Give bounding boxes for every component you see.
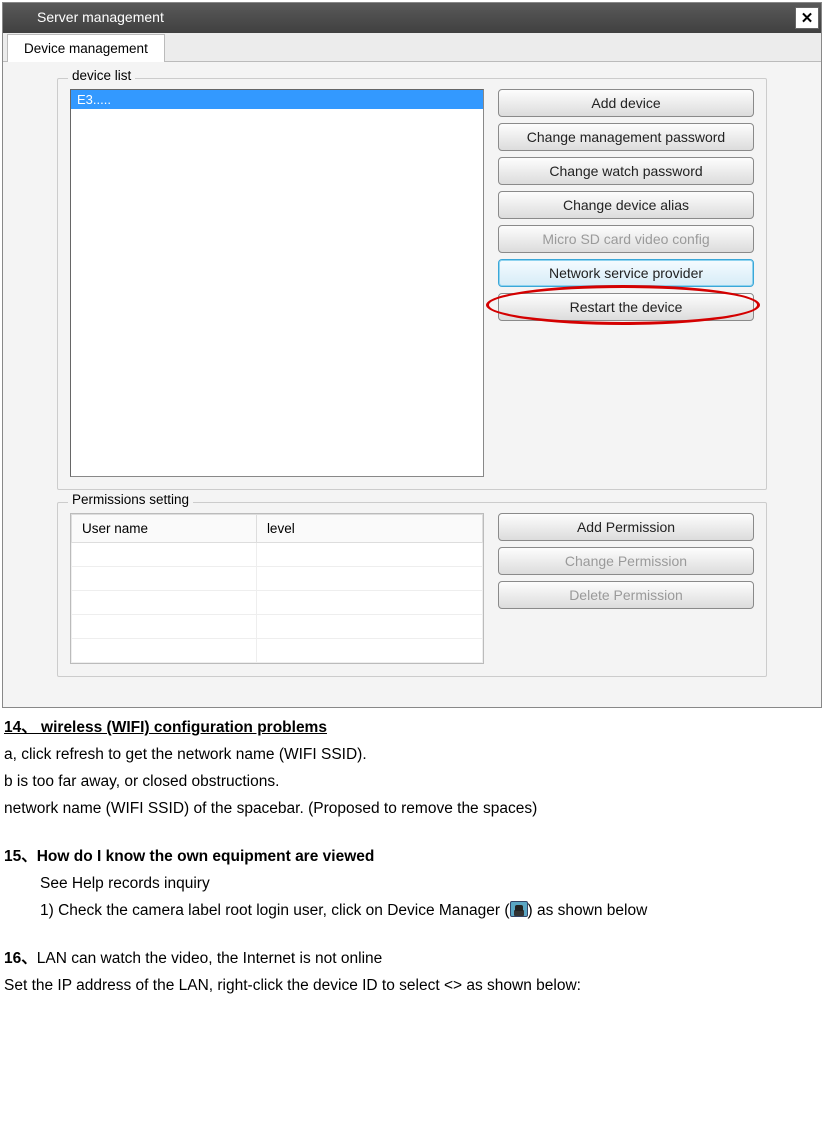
add-permission-button[interactable]: Add Permission — [498, 513, 754, 541]
server-management-window: Server management ✕ Device management de… — [2, 2, 822, 708]
col-level: level — [256, 515, 482, 543]
table-row — [72, 639, 483, 663]
network-service-provider-button[interactable]: Network service provider — [498, 259, 754, 287]
paragraph: See Help records inquiry — [4, 872, 820, 896]
document-text: 14、 wireless (WIFI) configuration proble… — [0, 716, 824, 1021]
add-device-button[interactable]: Add device — [498, 89, 754, 117]
paragraph: Set the IP address of the LAN, right-cli… — [4, 974, 820, 998]
change-permission-button: Change Permission — [498, 547, 754, 575]
device-button-column: Add device Change management password Ch… — [498, 89, 754, 477]
permission-button-column: Add Permission Change Permission Delete … — [498, 513, 754, 664]
change-watch-password-button[interactable]: Change watch password — [498, 157, 754, 185]
table-row — [72, 543, 483, 567]
restart-device-button[interactable]: Restart the device — [498, 293, 754, 321]
heading-15: 15、How do I know the own equipment are v… — [4, 845, 820, 869]
table-row — [72, 591, 483, 615]
delete-permission-button: Delete Permission — [498, 581, 754, 609]
permissions-group: Permissions setting User name level — [57, 502, 767, 677]
change-management-password-button[interactable]: Change management password — [498, 123, 754, 151]
tab-row: Device management — [3, 33, 821, 62]
device-list-label: device list — [68, 68, 135, 83]
table-row — [72, 567, 483, 591]
col-user-name: User name — [72, 515, 257, 543]
panel: device list E3..... Add device Change ma… — [3, 62, 821, 707]
window-title: Server management — [37, 7, 164, 25]
permissions-table: User name level — [70, 513, 484, 664]
paragraph: a, click refresh to get the network name… — [4, 743, 820, 767]
device-listbox[interactable]: E3..... — [70, 89, 484, 477]
tab-device-management[interactable]: Device management — [7, 34, 165, 62]
list-item[interactable]: E3..... — [71, 90, 483, 109]
camera-icon — [510, 901, 528, 917]
change-device-alias-button[interactable]: Change device alias — [498, 191, 754, 219]
paragraph: network name (WIFI SSID) of the spacebar… — [4, 797, 820, 821]
permissions-label: Permissions setting — [68, 492, 193, 507]
heading-16: 16、LAN can watch the video, the Internet… — [4, 947, 820, 971]
paragraph: 1) Check the camera label root login use… — [4, 899, 820, 923]
titlebar: Server management ✕ — [3, 3, 821, 33]
sd-card-config-button: Micro SD card video config — [498, 225, 754, 253]
table-row — [72, 615, 483, 639]
paragraph: b is too far away, or closed obstruction… — [4, 770, 820, 794]
heading-14: 14、 wireless (WIFI) configuration proble… — [4, 719, 327, 736]
device-list-group: device list E3..... Add device Change ma… — [57, 78, 767, 490]
close-icon[interactable]: ✕ — [795, 7, 819, 29]
